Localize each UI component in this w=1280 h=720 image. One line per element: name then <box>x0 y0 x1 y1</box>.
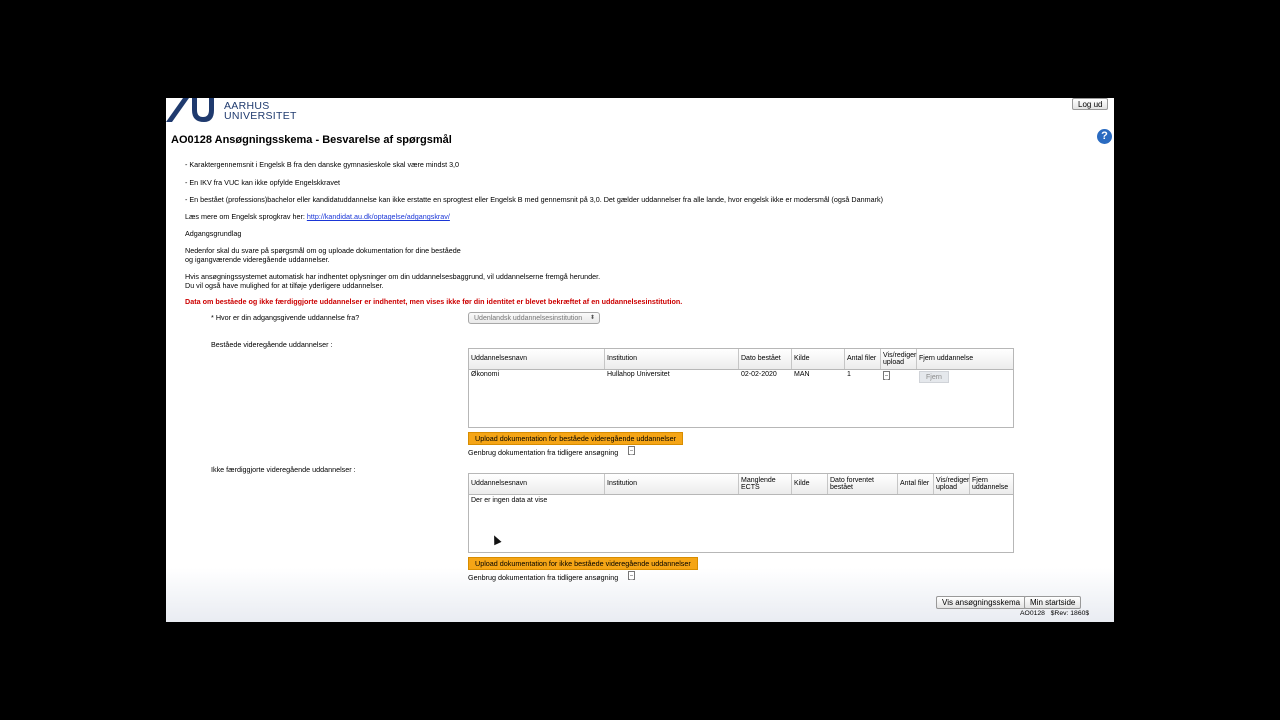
upload-incomplete-button[interactable]: Upload dokumentation for ikke beståede v… <box>468 557 698 570</box>
required-mark: * <box>211 313 214 322</box>
form-code: AO0128 <box>1020 610 1045 617</box>
column-header[interactable]: Antal filer <box>845 349 881 369</box>
completed-educations-label: Beståede videregående uddannelser : <box>211 340 333 349</box>
column-header[interactable]: Dato bestået <box>739 349 792 369</box>
column-header[interactable]: Dato forventet bestået <box>828 474 898 494</box>
file-count: 1 <box>847 371 851 378</box>
column-header[interactable]: Institution <box>605 349 739 369</box>
reuse-document-icon[interactable] <box>628 571 635 580</box>
column-header[interactable]: Vis/rediger upload <box>881 349 917 369</box>
table-header: Uddannelsesnavn Institution Dato bestået… <box>469 349 1013 370</box>
upload-completed-button[interactable]: Upload dokumentation for beståede videre… <box>468 432 683 445</box>
application-page: AARHUS UNIVERSITET Log ud ? AO0128 Ansøg… <box>166 98 1114 622</box>
completed-educations-table: Uddannelsesnavn Institution Dato bestået… <box>468 348 1014 428</box>
origin-select-value: Udenlandsk uddannelsesinstitution <box>474 315 583 322</box>
my-homepage-button[interactable]: Min startside <box>1024 596 1082 609</box>
show-application-button[interactable]: Vis ansøgningsskema <box>936 596 1027 609</box>
incomplete-educations-table: Uddannelsesnavn Institution Manglende EC… <box>468 473 1014 553</box>
read-more-text: Læs mere om Engelsk sprogkrav her: <box>185 212 307 221</box>
requirement-bullet-1: - Karaktergennemsnit i Engelsk B fra den… <box>185 160 460 169</box>
intro-paragraph-2-line-2: Du vil også have mulighed for at tilføje… <box>185 281 384 290</box>
view-upload-icon[interactable] <box>883 371 890 380</box>
remove-education-button[interactable]: Fjern <box>919 371 949 383</box>
section-heading: Adgangsgrundlag <box>185 229 242 238</box>
intro-paragraph-1-line-1: Nedenfor skal du svare på spørgsmål om o… <box>185 246 461 255</box>
column-header[interactable]: Fjern uddannelse <box>970 474 1013 494</box>
column-header[interactable]: Manglende ECTS <box>739 474 792 494</box>
origin-question-label: * Hvor er din adgangsgivende uddannelse … <box>211 313 359 322</box>
origin-question-text: Hvor er din adgangsgivende uddannelse fr… <box>215 313 360 322</box>
logo-line2: UNIVERSITET <box>224 110 297 122</box>
intro-paragraph-2-line-1: Hvis ansøgningssystemet automatisk har i… <box>185 272 601 281</box>
help-icon[interactable]: ? <box>1097 129 1112 144</box>
read-more-line: Læs mere om Engelsk sprogkrav her: http:… <box>185 212 450 221</box>
empty-table-message: Der er ingen data at vise <box>471 497 548 504</box>
reuse-document-icon[interactable] <box>628 446 635 455</box>
identity-warning: Data om beståede og ikke færdiggjorte ud… <box>185 297 683 306</box>
reuse-incomplete-documentation[interactable]: Genbrug dokumentation fra tidligere ansø… <box>468 573 618 582</box>
table-header: Uddannelsesnavn Institution Manglende EC… <box>469 474 1013 495</box>
column-header[interactable]: Uddannelsesnavn <box>469 349 605 369</box>
intro-paragraph-2: Hvis ansøgningssystemet automatisk har i… <box>185 272 600 290</box>
column-header[interactable]: Vis/rediger upload <box>934 474 970 494</box>
column-header[interactable]: Uddannelsesnavn <box>469 474 605 494</box>
requirement-bullet-2: - En IKV fra VUC kan ikke opfylde Engels… <box>185 178 340 187</box>
intro-paragraph-1: Nedenfor skal du svare på spørgsmål om o… <box>185 246 461 264</box>
reuse-completed-documentation[interactable]: Genbrug dokumentation fra tidligere ansø… <box>468 448 618 457</box>
revision: $Rev: 1860$ <box>1050 610 1090 617</box>
column-header[interactable]: Fjern uddannelse <box>917 349 1013 369</box>
intro-paragraph-1-line-2: og igangværende videregående uddannelser… <box>185 255 330 264</box>
column-header[interactable]: Antal filer <box>898 474 934 494</box>
institution-name: Hullahop Universitet <box>607 371 670 378</box>
source: MAN <box>794 371 810 378</box>
incomplete-educations-label: Ikke færdiggjorte videregående uddannels… <box>211 465 356 474</box>
select-arrows-icon: ⬍ <box>589 315 595 321</box>
footer-info: AO0128 $Rev: 1860$ <box>1020 609 1089 618</box>
education-name: Økonomi <box>471 371 500 378</box>
requirement-bullet-3: - En bestået (professions)bachelor eller… <box>185 195 883 204</box>
page-title: AO0128 Ansøgningsskema - Besvarelse af s… <box>171 134 452 146</box>
logo-text: AARHUS UNIVERSITET <box>224 101 297 122</box>
column-header[interactable]: Institution <box>605 474 739 494</box>
column-header[interactable]: Kilde <box>792 474 828 494</box>
column-header[interactable]: Kilde <box>792 349 845 369</box>
table-row: Økonomi Hullahop Universitet 02-02-2020 … <box>469 369 1013 385</box>
completion-date: 02-02-2020 <box>741 371 777 378</box>
requirements-link[interactable]: http://kandidat.au.dk/optagelse/adgangsk… <box>307 212 450 221</box>
logout-button[interactable]: Log ud <box>1072 98 1109 110</box>
origin-select[interactable]: Udenlandsk uddannelsesinstitution ⬍ <box>468 312 600 324</box>
